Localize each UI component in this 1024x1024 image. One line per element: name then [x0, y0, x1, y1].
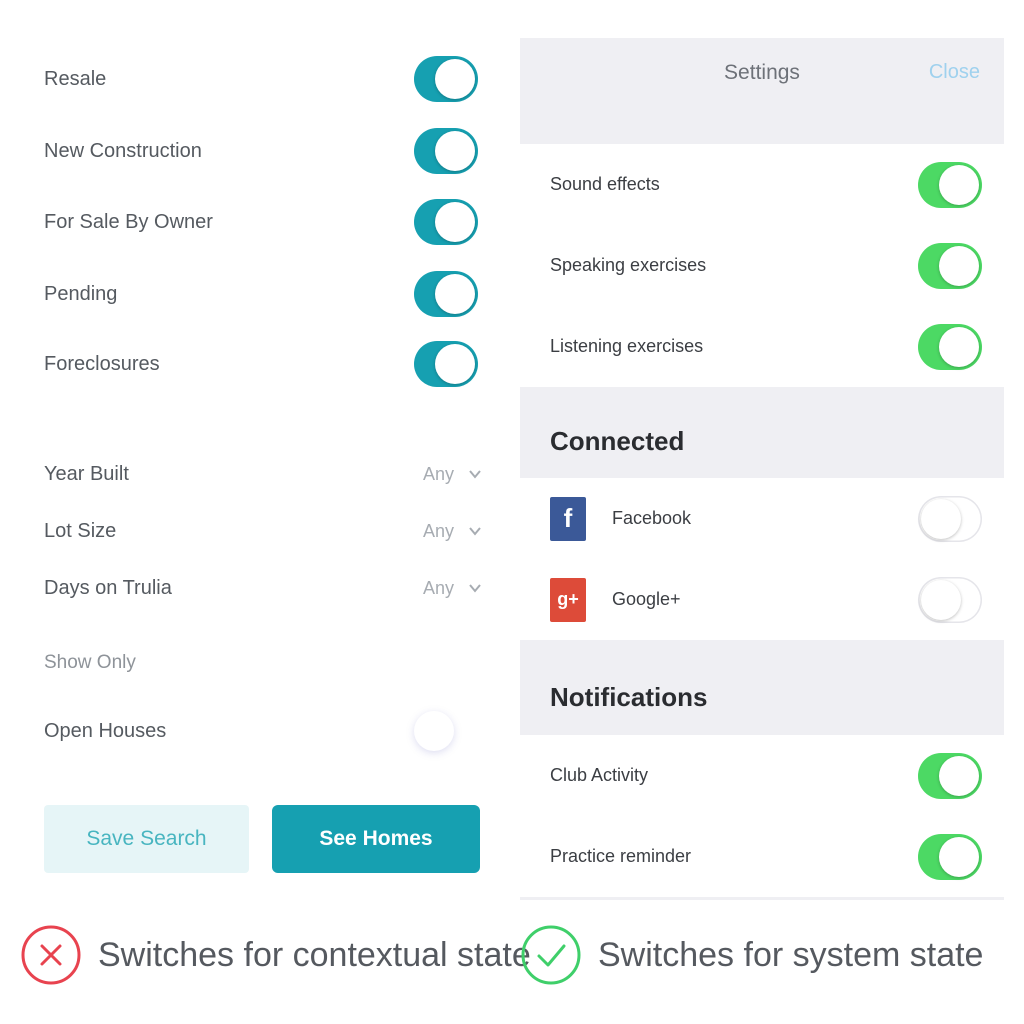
fsbo-toggle[interactable] — [414, 199, 478, 245]
toggle-knob — [921, 498, 961, 539]
resale-toggle[interactable] — [414, 56, 478, 102]
google-plus-toggle[interactable] — [918, 576, 982, 623]
filter-panel: Resale New Construction For Sale By Owne… — [28, 30, 498, 900]
caption-bad: Switches for contextual state — [20, 924, 531, 986]
page-title: Settings — [724, 61, 800, 84]
select-value-text: Any — [422, 520, 454, 541]
select-value[interactable]: Any — [423, 521, 482, 542]
chevron-down-icon — [469, 527, 481, 536]
facebook-toggle[interactable] — [918, 495, 982, 542]
toggle-knob — [435, 344, 475, 384]
toggle-knob — [939, 164, 979, 205]
toggle-knob — [435, 274, 475, 314]
filter-row-resale[interactable]: Resale — [28, 43, 498, 115]
new-construction-toggle[interactable] — [414, 128, 478, 174]
setting-left: f Facebook — [550, 496, 692, 541]
show-only-heading: Show Only — [44, 652, 136, 673]
select-year-built[interactable]: Year Built Any — [28, 446, 498, 502]
setting-label: Facebook — [612, 508, 692, 528]
select-days-on-trulia[interactable]: Days on Trulia Any — [28, 560, 498, 616]
setting-label: Practice reminder — [550, 846, 692, 866]
setting-speaking-exercises[interactable]: Speaking exercises — [520, 225, 1004, 306]
filter-label: Pending — [44, 282, 118, 305]
caption-text: Switches for system state — [598, 935, 984, 974]
filter-label: Foreclosures — [44, 352, 160, 375]
pending-toggle[interactable] — [414, 271, 478, 317]
setting-label: Listening exercises — [550, 336, 704, 356]
filter-label: For Sale By Owner — [44, 210, 213, 233]
select-label: Days on Trulia — [44, 576, 172, 599]
select-value-text: Any — [422, 577, 454, 598]
toggle-knob — [939, 836, 979, 877]
filter-row-open-houses[interactable]: Open Houses — [28, 695, 498, 767]
select-label: Lot Size — [44, 519, 117, 542]
toggle-knob — [939, 245, 979, 286]
nav-bar: Settings Close — [520, 38, 1004, 108]
google-plus-icon: g+ — [550, 577, 586, 622]
filter-row-new-construction[interactable]: New Construction — [28, 115, 498, 187]
x-circle-icon — [21, 925, 81, 985]
select-lot-size[interactable]: Lot Size Any — [28, 503, 498, 559]
settings-panel: Settings Close Sound effects Speaking ex… — [520, 38, 1004, 900]
toggle-knob — [435, 131, 475, 171]
foreclosures-toggle[interactable] — [414, 341, 478, 387]
toggle-knob — [939, 326, 979, 367]
connected-group: f Facebook g+ Google+ — [520, 478, 1004, 640]
chevron-down-icon — [469, 584, 481, 593]
section-header-notifications: Notifications — [550, 682, 708, 712]
toggle-knob — [921, 579, 961, 620]
speaking-exercises-toggle[interactable] — [918, 242, 982, 289]
setting-club-activity[interactable]: Club Activity — [520, 735, 1004, 816]
setting-practice-reminder[interactable]: Practice reminder — [520, 816, 1004, 897]
setting-facebook[interactable]: f Facebook — [520, 478, 1004, 559]
filter-row-fsbo[interactable]: For Sale By Owner — [28, 186, 498, 258]
filter-label: Open Houses — [44, 719, 167, 742]
setting-label: Club Activity — [550, 765, 649, 785]
caption-text: Switches for contextual state — [98, 935, 531, 974]
filter-row-foreclosures[interactable]: Foreclosures — [28, 328, 498, 400]
facebook-icon: f — [550, 496, 586, 541]
filter-row-pending[interactable]: Pending — [28, 258, 498, 330]
practice-reminder-toggle[interactable] — [918, 833, 982, 880]
setting-sound-effects[interactable]: Sound effects — [520, 144, 1004, 225]
setting-label: Sound effects — [550, 174, 660, 194]
sound-effects-toggle[interactable] — [918, 161, 982, 208]
setting-google-plus[interactable]: g+ Google+ — [520, 559, 1004, 640]
caption-good: Switches for system state — [520, 924, 983, 986]
setting-label: Google+ — [612, 589, 681, 609]
check-circle-icon — [521, 925, 581, 985]
filter-label: New Construction — [44, 139, 202, 162]
select-value-text: Any — [422, 463, 454, 484]
setting-left: g+ Google+ — [550, 577, 681, 622]
save-search-button[interactable]: Save Search — [44, 805, 249, 873]
section-header-connected: Connected — [550, 426, 685, 456]
select-value[interactable]: Any — [423, 464, 482, 485]
toggle-knob — [939, 755, 979, 796]
setting-label: Speaking exercises — [550, 255, 707, 275]
open-houses-toggle[interactable] — [414, 711, 454, 751]
notifications-group: Club Activity Practice reminder — [520, 735, 1004, 897]
listening-exercises-toggle[interactable] — [918, 323, 982, 370]
chevron-down-icon — [469, 470, 481, 479]
select-label: Year Built — [44, 462, 129, 485]
toggle-knob — [435, 202, 475, 242]
close-button[interactable]: Close — [929, 61, 980, 84]
filter-label: Resale — [44, 67, 107, 90]
select-value[interactable]: Any — [423, 578, 482, 599]
setting-listening-exercises[interactable]: Listening exercises — [520, 306, 1004, 387]
see-homes-button[interactable]: See Homes — [272, 805, 480, 873]
toggle-knob — [435, 59, 475, 99]
general-settings-group: Sound effects Speaking exercises Listeni… — [520, 144, 1004, 387]
club-activity-toggle[interactable] — [918, 752, 982, 799]
